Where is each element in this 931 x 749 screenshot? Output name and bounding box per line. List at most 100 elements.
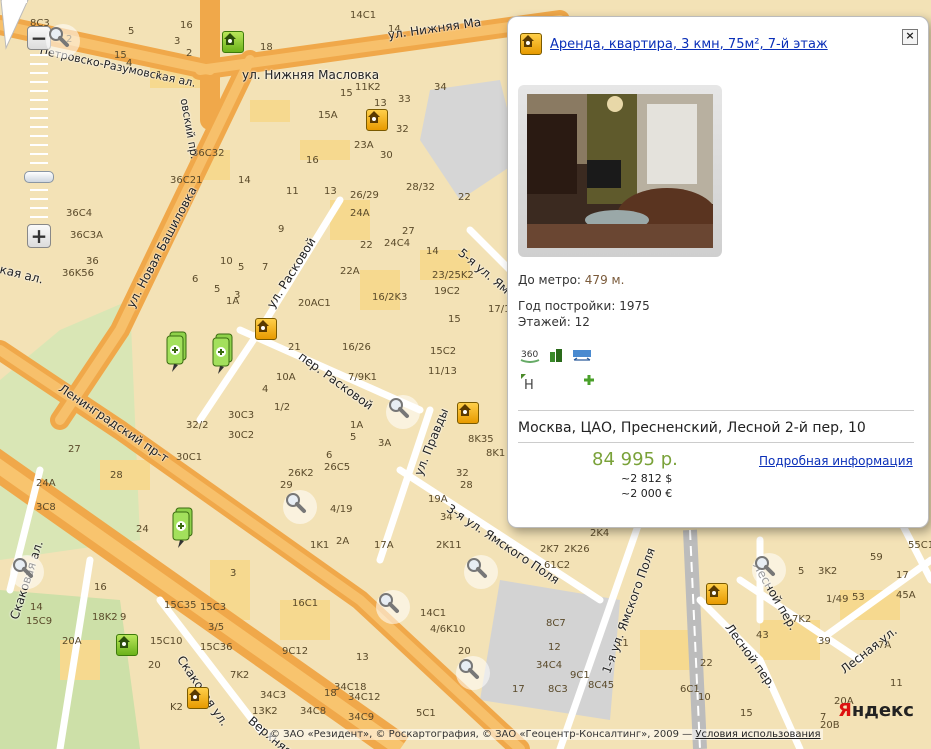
floors-label: Этажей:: [518, 315, 571, 329]
house-marker-orange[interactable]: [457, 402, 479, 424]
house-icon: [708, 585, 720, 597]
house-number: 10A: [276, 372, 296, 383]
house-number: 15C36: [200, 642, 233, 653]
metro-label: До метро:: [518, 273, 581, 287]
magnifier-marker[interactable]: [456, 656, 490, 690]
magnifier-marker[interactable]: [46, 24, 80, 58]
yandex-logo[interactable]: Яндекс: [838, 700, 914, 721]
street-label: ул. Нижняя Масловка: [242, 68, 380, 82]
map-canvas[interactable]: 8C3251614C1141532184115A1511K213333423A3…: [0, 0, 931, 749]
stack-icon: [166, 331, 187, 372]
house-number: 27: [68, 444, 81, 455]
house-number: 11: [890, 678, 903, 689]
house-number: 7: [820, 712, 827, 723]
logo-rest: ндекс: [851, 700, 914, 721]
zoom-in-button[interactable]: +: [27, 224, 51, 248]
house-number: 5: [214, 284, 221, 295]
cluster-marker[interactable]: [210, 332, 236, 374]
house-number: 33: [398, 94, 411, 105]
house-marker-orange[interactable]: [187, 687, 209, 709]
magnifier-marker[interactable]: [376, 590, 410, 624]
house-number: 2: [186, 48, 193, 59]
house-number: 34C8: [300, 706, 327, 717]
house-icon: [224, 33, 236, 45]
plus-icon[interactable]: [582, 373, 602, 391]
house-number: 15C35: [164, 600, 197, 611]
house-number: 36: [86, 256, 99, 267]
logo-first-letter: Я: [838, 700, 852, 721]
house-number: 23/25K2: [432, 270, 474, 281]
house-number: 20: [148, 660, 161, 671]
floors-count: Этажей: 12: [518, 315, 590, 329]
magnifier-icon: [286, 493, 306, 513]
house-number: 16/2K3: [372, 292, 408, 303]
house-number: 3: [230, 568, 237, 579]
house-number: 13: [374, 98, 387, 109]
year-label: Год постройки:: [518, 299, 616, 313]
zoom-slider-thumb[interactable]: [24, 170, 54, 183]
tour-360-glyph: 360: [520, 350, 540, 363]
price-usd: ~2 812 $: [621, 472, 673, 485]
house-number: 15C10: [150, 636, 183, 647]
listing-title-link[interactable]: Аренда, квартира, 3 кмн, 75м², 7-й этаж: [550, 37, 828, 52]
house-icon: [368, 111, 380, 123]
listing-address: Москва, ЦАО, Пресненский, Лесной 2-й пер…: [518, 420, 866, 436]
close-button[interactable]: ×: [902, 29, 918, 45]
360-tour-icon[interactable]: 360: [520, 347, 540, 365]
stack-icon: [212, 333, 233, 374]
house-number: 32/2: [186, 420, 209, 431]
house-number: 11: [286, 186, 299, 197]
copyright-notice: © ЗАО «Резидент», © Роскартография, © ЗА…: [268, 729, 823, 740]
house-number: 15C9: [26, 616, 53, 627]
cluster-marker[interactable]: [164, 330, 190, 372]
popup-tail: [0, 0, 29, 50]
magnifier-marker[interactable]: [10, 555, 44, 589]
house-number: 59: [870, 552, 883, 563]
details-link[interactable]: Подробная информация: [759, 454, 913, 468]
terms-link[interactable]: Условия использования: [695, 729, 820, 740]
listing-photo-frame: [518, 85, 722, 257]
building-icon: [548, 347, 568, 365]
zoom-slider-track[interactable]: [30, 54, 48, 226]
house-number: 36C4: [66, 208, 93, 219]
tour-360-text: 360: [521, 350, 538, 360]
cluster-marker[interactable]: [170, 506, 196, 548]
house-number: 15: [448, 314, 461, 325]
house-marker-selected[interactable]: [706, 583, 728, 605]
house-number: 23A: [354, 140, 374, 151]
magnifier-icon: [467, 558, 487, 578]
build-year: Год постройки: 1975: [518, 299, 650, 313]
house-number: 11K2: [355, 82, 381, 93]
magnifier-marker[interactable]: [752, 553, 786, 587]
house-marker-orange[interactable]: [255, 318, 277, 340]
house-marker-orange[interactable]: [366, 109, 388, 131]
house-number: 45A: [896, 590, 916, 601]
house-number: 2A: [336, 536, 350, 547]
listing-photo[interactable]: [527, 94, 713, 248]
house-number: 16: [180, 20, 193, 31]
house-number: 26C5: [324, 462, 351, 473]
house-number: 26K2: [288, 468, 314, 479]
magnifier-marker[interactable]: [283, 490, 317, 524]
house-number: 22: [458, 192, 471, 203]
listing-popup: Аренда, квартира, 3 кмн, 75м², 7-й этаж …: [507, 16, 929, 528]
house-number: 20A: [62, 636, 82, 647]
house-number: 7K2: [230, 670, 250, 681]
house-number: 16: [94, 582, 107, 593]
magnifier-marker[interactable]: [464, 555, 498, 589]
house-number: 22A: [340, 266, 360, 277]
house-number: 5: [350, 432, 357, 443]
magnifier-marker[interactable]: [386, 395, 420, 429]
building-glyph: [550, 349, 562, 362]
house-number: 14: [426, 246, 439, 257]
house-number: 30C3: [228, 410, 255, 421]
stack-icon: [172, 507, 193, 548]
house-number: 14: [238, 175, 251, 186]
house-marker-green[interactable]: [222, 31, 244, 53]
house-marker-green[interactable]: [116, 634, 138, 656]
house-number: 3A: [378, 438, 392, 449]
house-number: 28: [460, 480, 473, 491]
house-number: 24A: [36, 478, 56, 489]
house-icon: [257, 320, 269, 332]
price-eur: ~2 000 €: [621, 487, 673, 500]
